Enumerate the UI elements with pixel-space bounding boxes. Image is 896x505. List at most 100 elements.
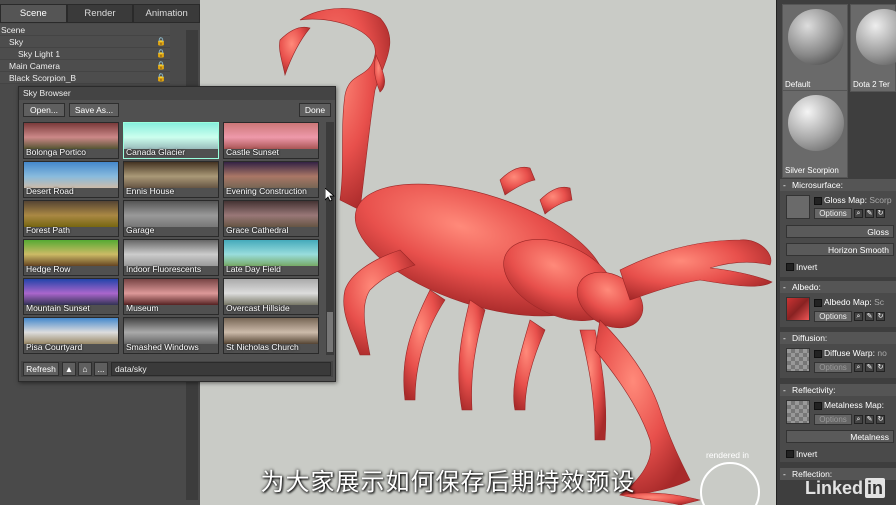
refresh-button[interactable]: Refresh <box>23 362 59 376</box>
tree-item-sky-light[interactable]: Sky Light 1 🔒 <box>0 48 170 60</box>
diffuse-warp-thumb[interactable] <box>786 348 810 372</box>
open-button[interactable]: Open... <box>23 103 65 117</box>
edit-icon[interactable]: ✎ <box>865 312 874 321</box>
invert-label: Invert <box>796 449 818 459</box>
metalness-map-thumb[interactable] <box>786 400 810 424</box>
sky-tile-label: Hedge Row <box>26 264 71 274</box>
lock-icon[interactable]: 🔒 <box>156 72 166 84</box>
sky-browser-title[interactable]: Sky Browser <box>19 87 335 100</box>
search-icon[interactable]: ⌕ <box>854 415 863 424</box>
sky-tile[interactable]: St Nicholas Church <box>223 317 319 354</box>
sky-tile[interactable]: Garage <box>123 200 219 237</box>
sky-footer: Refresh ▲ ⌂ ... data/sky <box>21 361 333 377</box>
reflectivity-options-button[interactable]: Options <box>814 414 852 425</box>
sky-tile-label: Canada Glacier <box>126 147 186 157</box>
section-diffusion[interactable]: Diffusion: <box>780 332 896 344</box>
sky-tile[interactable]: Smashed Windows <box>123 317 219 354</box>
refresh-icon[interactable]: ↻ <box>876 363 885 372</box>
invert-checkbox[interactable] <box>786 450 794 458</box>
section-microsurface[interactable]: Microsurface: <box>780 179 896 191</box>
sky-tile-label: Overcast Hillside <box>226 303 290 313</box>
tree-item-sky[interactable]: Sky 🔒 <box>0 36 170 48</box>
sky-preview-image <box>24 162 118 188</box>
tab-render[interactable]: Render <box>66 4 134 23</box>
tree-item-scene[interactable]: Scene <box>0 24 170 36</box>
refresh-icon[interactable]: ↻ <box>876 312 885 321</box>
horizon-smooth-slider[interactable]: Horizon Smooth <box>786 243 894 256</box>
section-albedo[interactable]: Albedo: <box>780 281 896 293</box>
sky-browser-dialog: Sky Browser Open... Save As... Done Bolo… <box>18 86 336 382</box>
sky-tile[interactable]: Overcast Hillside <box>223 278 319 315</box>
home-icon[interactable]: ⌂ <box>78 362 92 376</box>
sky-tile[interactable]: Mountain Sunset <box>23 278 119 315</box>
sky-tile[interactable]: Hedge Row <box>23 239 119 276</box>
albedo-map-label: Albedo Map: Sc <box>824 297 885 307</box>
gloss-map-checkbox[interactable] <box>814 197 822 205</box>
lock-icon[interactable]: 🔒 <box>156 36 166 48</box>
metalness-map-checkbox[interactable] <box>814 402 822 410</box>
save-as-button[interactable]: Save As... <box>69 103 119 117</box>
gloss-options-button[interactable]: Options <box>814 208 852 219</box>
sky-tile[interactable]: Ennis House <box>123 161 219 198</box>
search-icon[interactable]: ⌕ <box>854 363 863 372</box>
lock-icon[interactable]: 🔒 <box>156 60 166 72</box>
panel-tabs: Scene Render Animation <box>0 4 201 23</box>
refresh-icon[interactable]: ↻ <box>876 415 885 424</box>
lock-icon[interactable]: 🔒 <box>156 48 166 60</box>
tab-scene[interactable]: Scene <box>0 4 67 23</box>
sky-preview-image <box>124 123 218 149</box>
gloss-slider[interactable]: Gloss <box>786 225 894 238</box>
sky-scrollbar[interactable] <box>326 122 334 355</box>
done-button[interactable]: Done <box>299 103 331 117</box>
tab-animation[interactable]: Animation <box>133 4 201 23</box>
diffusion-options-button[interactable]: Options <box>814 362 852 373</box>
sky-preview-image <box>124 318 218 344</box>
metalness-map-label: Metalness Map: <box>824 400 884 410</box>
diffuse-warp-checkbox[interactable] <box>814 350 822 358</box>
path-field[interactable]: data/sky <box>111 362 331 376</box>
sky-tile-label: St Nicholas Church <box>226 342 299 352</box>
edit-icon[interactable]: ✎ <box>865 363 874 372</box>
material-silver-scorpion[interactable]: Silver Scorpion <box>782 90 848 178</box>
sky-tile-label: Pisa Courtyard <box>26 342 83 352</box>
sky-tile[interactable]: Castle Sunset <box>223 122 319 159</box>
subtitle-caption: 为大家展示如何保存后期特效预设 <box>260 468 636 496</box>
sky-tile[interactable]: Late Day Field <box>223 239 319 276</box>
sky-tile[interactable]: Indoor Fluorescents <box>123 239 219 276</box>
browse-button[interactable]: ... <box>94 362 108 376</box>
sky-preview-image <box>24 123 118 149</box>
albedo-map-thumb[interactable] <box>786 297 810 321</box>
section-reflectivity[interactable]: Reflectivity: <box>780 384 896 396</box>
albedo-options-button[interactable]: Options <box>814 311 852 322</box>
edit-icon[interactable]: ✎ <box>865 209 874 218</box>
tree-item-black-scorpion[interactable]: Black Scorpion_B 🔒 <box>0 72 170 84</box>
sky-preview-image <box>124 201 218 227</box>
search-icon[interactable]: ⌕ <box>854 312 863 321</box>
sky-tile[interactable]: Forest Path <box>23 200 119 237</box>
material-ball-icon <box>788 95 844 151</box>
albedo-map-checkbox[interactable] <box>814 299 822 307</box>
sky-tile[interactable]: Bolonga Portico <box>23 122 119 159</box>
sky-tile[interactable]: Evening Construction <box>223 161 319 198</box>
sky-scrollbar-thumb[interactable] <box>327 312 333 352</box>
sky-preview-image <box>124 279 218 305</box>
search-icon[interactable]: ⌕ <box>854 209 863 218</box>
edit-icon[interactable]: ✎ <box>865 415 874 424</box>
sky-tile-label: Castle Sunset <box>226 147 279 157</box>
material-default[interactable]: Default <box>782 4 848 92</box>
material-ball-icon <box>856 9 896 65</box>
sky-tile-label: Grace Cathedral <box>226 225 289 235</box>
tree-item-main-camera[interactable]: Main Camera 🔒 <box>0 60 170 72</box>
refresh-icon[interactable]: ↻ <box>876 209 885 218</box>
material-dota2[interactable]: Dota 2 Ter <box>850 4 896 92</box>
sky-tile[interactable]: Pisa Courtyard <box>23 317 119 354</box>
sky-tile[interactable]: Canada Glacier <box>123 122 219 159</box>
up-arrow-icon[interactable]: ▲ <box>62 362 76 376</box>
sky-tile[interactable]: Museum <box>123 278 219 315</box>
metalness-slider[interactable]: Metalness <box>786 430 894 443</box>
sky-preview-image <box>124 162 218 188</box>
gloss-map-thumb[interactable] <box>786 195 810 219</box>
sky-tile[interactable]: Desert Road <box>23 161 119 198</box>
sky-tile[interactable]: Grace Cathedral <box>223 200 319 237</box>
invert-checkbox[interactable] <box>786 263 794 271</box>
